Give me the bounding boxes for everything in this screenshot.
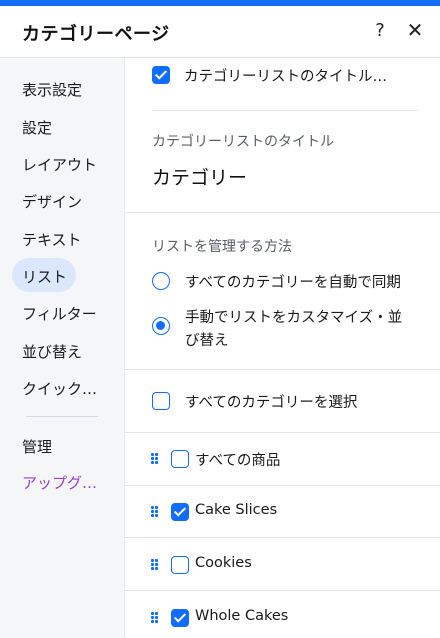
divider [125,485,440,486]
divider [125,432,440,433]
help-icon[interactable]: ? [370,20,390,41]
auto-sync-label: すべてのカテゴリーを自動で同期 [185,275,401,291]
sidebar-item-text[interactable]: テキスト [22,229,82,250]
sidebar-item-quick[interactable]: クイック… [22,378,97,399]
sidebar-divider [26,416,98,417]
close-icon[interactable]: ✕ [404,18,426,42]
auto-sync-radio[interactable] [152,272,170,290]
category-label: Cookies [195,555,252,571]
manual-customize-radio[interactable] [152,317,170,335]
sidebar-item-design[interactable]: デザイン [22,191,82,212]
divider [125,212,440,213]
divider [125,369,440,370]
category-checkbox-cookies[interactable] [171,556,189,574]
main-panel: カテゴリーリストのタイトル… カテゴリーリストのタイトル カテゴリー リストを管… [124,59,440,638]
divider [125,590,440,591]
sidebar-item-display-settings[interactable]: 表示設定 [22,79,82,100]
sidebar-item-settings[interactable]: 設定 [22,117,52,138]
category-checkbox-whole-cakes[interactable] [171,609,189,627]
manual-customize-label-line2: び替え [185,333,229,349]
show-title-label: カテゴリーリストのタイトル… [184,69,387,85]
drag-handle-icon[interactable] [151,612,159,624]
category-checkbox-cake-slices[interactable] [171,503,189,521]
select-all-label: すべてのカテゴリーを選択 [185,395,358,411]
category-checkbox-all-products[interactable] [171,450,189,468]
category-label: すべての商品 [195,453,281,469]
drag-handle-icon[interactable] [151,559,159,571]
sidebar: 表示設定 設定 レイアウト デザイン テキスト リスト フィルター 並び替え ク… [0,59,124,638]
select-all-checkbox[interactable] [152,392,170,410]
list-title-value[interactable]: カテゴリー [152,163,247,190]
manage-method-label: リストを管理する方法 [152,239,292,255]
divider [152,110,418,111]
sidebar-item-layout[interactable]: レイアウト [22,154,97,175]
sidebar-item-manage[interactable]: 管理 [22,436,52,457]
drag-handle-icon[interactable] [151,453,159,465]
sidebar-item-list[interactable]: リスト [22,266,67,287]
drag-handle-icon[interactable] [151,506,159,518]
sidebar-item-filter[interactable]: フィルター [22,303,97,324]
sidebar-item-sort[interactable]: 並び替え [22,341,82,362]
category-label: Whole Cakes [195,608,289,624]
category-label: Cake Slices [195,502,278,518]
manual-customize-label-line1: 手動でリストをカスタマイズ・並 [185,310,403,326]
sidebar-item-upgrade[interactable]: アップグ… [22,472,97,493]
divider [125,537,440,538]
panel-title: カテゴリーページ [22,24,170,45]
list-title-label: カテゴリーリストのタイトル [152,134,334,150]
panel-header: カテゴリーページ ? ✕ [0,6,440,58]
show-title-checkbox[interactable] [152,66,170,84]
